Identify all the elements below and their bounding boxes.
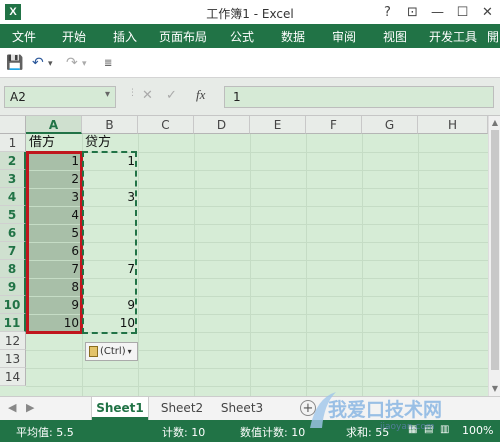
tab-view[interactable]: 视图	[370, 24, 420, 48]
ribbon-tabs: 文件 开始 插入 页面布局 公式 数据 审阅 视图 开发工具 開	[0, 24, 500, 48]
gridline	[418, 134, 419, 396]
undo-dropdown-icon[interactable]: ▾	[48, 59, 53, 69]
clipboard-icon	[89, 346, 98, 357]
scroll-down-icon[interactable]: ▼	[489, 384, 500, 393]
chevron-down-icon: ▾	[127, 347, 132, 356]
row-header-5[interactable]: 5	[0, 206, 26, 224]
tab-insert[interactable]: 插入	[100, 24, 150, 48]
column-header-e[interactable]: E	[250, 116, 306, 134]
select-all-corner[interactable]	[0, 116, 26, 134]
page-layout-view-icon[interactable]: ▤	[424, 424, 433, 435]
column-header-a[interactable]: A	[26, 116, 82, 134]
tab-review[interactable]: 审阅	[318, 24, 370, 48]
scrollbar-thumb[interactable]	[491, 130, 499, 370]
add-sheet-icon[interactable]: +	[300, 400, 316, 416]
row-header-3[interactable]: 3	[0, 170, 26, 188]
gridline	[26, 386, 494, 387]
tab-overflow[interactable]: 開	[486, 24, 500, 48]
insert-function-icon[interactable]: fx	[196, 87, 205, 103]
redo-dropdown-icon[interactable]: ▾	[82, 59, 87, 69]
maximize-icon[interactable]: ☐	[450, 0, 475, 24]
ribbon-display-options-icon[interactable]: ⊡	[400, 0, 425, 24]
row-header-2[interactable]: 2	[0, 152, 26, 170]
formula-bar-grip-icon: ⋮	[128, 88, 137, 98]
save-icon[interactable]: 💾	[6, 55, 23, 71]
help-icon[interactable]: ?	[375, 0, 400, 24]
sheet-nav-left-icon[interactable]: ◀	[8, 401, 16, 414]
status-bar: 平均值: 5.5 计数: 10 数值计数: 10 求和: 55 ▦ ▤ ▥ 10…	[0, 420, 500, 442]
row-header-7[interactable]: 7	[0, 242, 26, 260]
tab-formulas[interactable]: 公式	[216, 24, 268, 48]
formula-input[interactable]: 1	[224, 86, 494, 108]
column-header-g[interactable]: G	[362, 116, 418, 134]
tab-data[interactable]: 数据	[268, 24, 318, 48]
sheet-tab-bar: ◀ ▶ Sheet1 Sheet2 Sheet3 +	[0, 396, 500, 420]
row-header-1[interactable]: 1	[0, 134, 26, 152]
cancel-entry-icon[interactable]: ✕	[142, 88, 153, 103]
cell-b1[interactable]: 贷方	[82, 134, 138, 152]
row-header-12[interactable]: 12	[0, 332, 26, 350]
status-numeric-count: 数值计数: 10	[240, 426, 306, 439]
gridline	[362, 134, 363, 396]
paste-options-label: (Ctrl)	[100, 346, 126, 357]
tab-developer[interactable]: 开发工具	[420, 24, 486, 48]
selected-range-border	[26, 151, 83, 334]
gridline	[138, 134, 139, 396]
row-header-13[interactable]: 13	[0, 350, 26, 368]
copy-marquee	[82, 151, 137, 334]
tab-file[interactable]: 文件	[0, 24, 48, 48]
row-header-8[interactable]: 8	[0, 260, 26, 278]
sheet-nav-right-icon[interactable]: ▶	[26, 401, 34, 414]
worksheet-grid[interactable]: A B C D E F G H 1 2 3 4 5 6 7 8 9 10 11 …	[0, 116, 494, 396]
row-header-11[interactable]: 11	[0, 314, 26, 332]
column-header-f[interactable]: F	[306, 116, 362, 134]
row-header-6[interactable]: 6	[0, 224, 26, 242]
cell-a1[interactable]: 借方	[26, 134, 82, 152]
row-header-14[interactable]: 14	[0, 368, 26, 386]
quick-access-toolbar: 💾 ↶ ▾ ↷ ▾ ≣	[0, 48, 500, 78]
name-box-value: A2	[10, 90, 26, 104]
minimize-icon[interactable]: —	[425, 0, 450, 24]
status-average: 平均值: 5.5	[16, 426, 74, 439]
normal-view-icon[interactable]: ▦	[408, 424, 417, 435]
gridline	[306, 134, 307, 396]
name-box-dropdown-icon[interactable]: ▾	[105, 89, 110, 100]
tab-home[interactable]: 开始	[48, 24, 100, 48]
window-controls: ? ⊡ — ☐ ✕	[375, 0, 500, 24]
row-header-10[interactable]: 10	[0, 296, 26, 314]
gridline	[250, 134, 251, 396]
sheet-tab-sheet2[interactable]: Sheet2	[154, 397, 210, 420]
close-icon[interactable]: ✕	[475, 0, 500, 24]
zoom-level[interactable]: 100%	[462, 424, 493, 437]
status-count: 计数: 10	[162, 426, 206, 439]
column-header-b[interactable]: B	[82, 116, 138, 134]
gridline	[26, 368, 494, 369]
customize-qat-icon[interactable]: ≣	[104, 58, 112, 69]
confirm-entry-icon[interactable]: ✓	[166, 88, 177, 103]
sheet-tab-sheet3[interactable]: Sheet3	[214, 397, 270, 420]
paste-options-button[interactable]: (Ctrl) ▾	[85, 342, 138, 361]
name-box[interactable]: A2 ▾	[4, 86, 116, 108]
redo-icon[interactable]: ↷	[66, 55, 78, 71]
scroll-up-icon[interactable]: ▲	[489, 118, 500, 127]
column-header-c[interactable]: C	[138, 116, 194, 134]
column-header-h[interactable]: H	[418, 116, 488, 134]
title-bar: X 工作簿1 - Excel ? ⊡ — ☐ ✕	[0, 0, 500, 24]
column-header-d[interactable]: D	[194, 116, 250, 134]
status-sum: 求和: 55	[346, 426, 390, 439]
formula-bar: A2 ▾ ⋮ ✕ ✓ fx 1	[0, 78, 500, 116]
sheet-tab-sheet1[interactable]: Sheet1	[92, 397, 148, 420]
tab-page-layout[interactable]: 页面布局	[150, 24, 216, 48]
undo-icon[interactable]: ↶	[32, 55, 44, 71]
row-header-4[interactable]: 4	[0, 188, 26, 206]
page-break-view-icon[interactable]: ▥	[440, 424, 449, 435]
row-header-9[interactable]: 9	[0, 278, 26, 296]
vertical-scrollbar[interactable]: ▲ ▼	[488, 116, 500, 396]
gridline	[194, 134, 195, 396]
